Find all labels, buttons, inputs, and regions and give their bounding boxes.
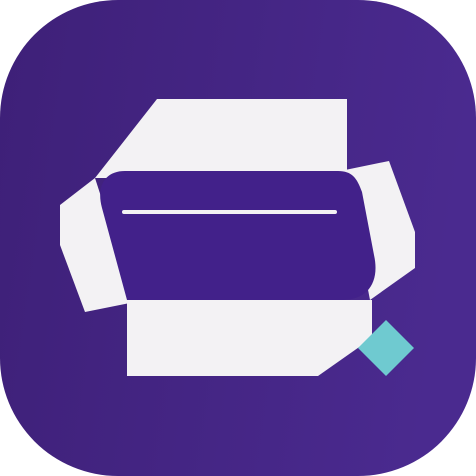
logo-screen	[100, 171, 376, 300]
app-icon	[0, 0, 476, 476]
